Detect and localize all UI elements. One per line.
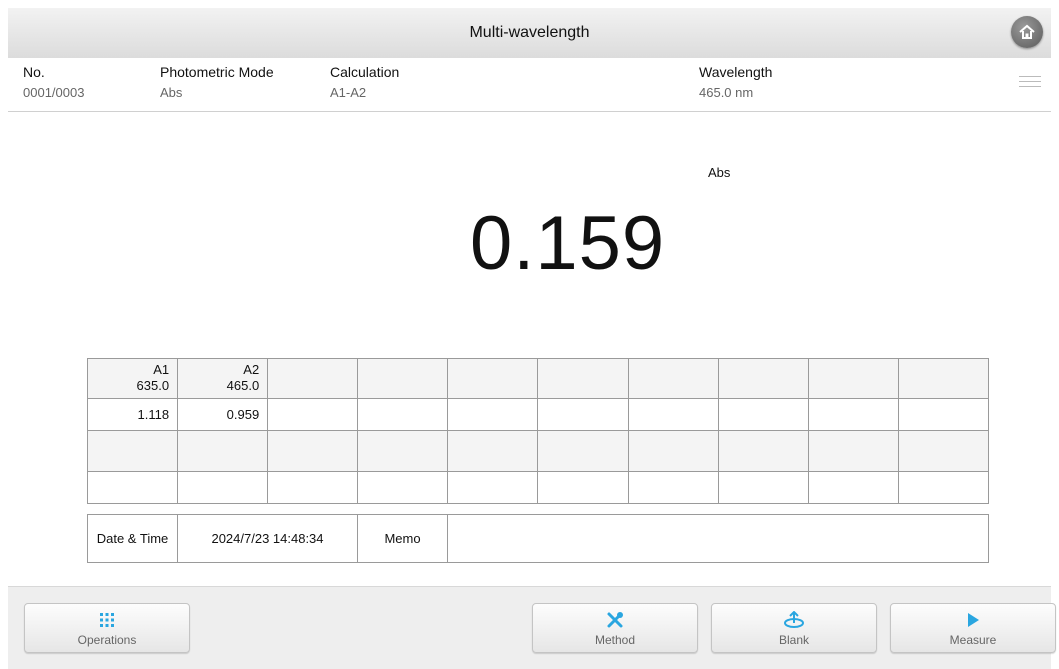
table-cell — [447, 429, 539, 472]
operations-label: Operations — [77, 632, 137, 647]
table-cell — [897, 358, 990, 399]
table-cell — [717, 470, 809, 505]
table-cell — [627, 358, 719, 399]
photometric-mode-value: Abs — [160, 85, 183, 100]
table-cell — [447, 470, 539, 505]
wavelength-value: 465.0 nm — [699, 85, 754, 100]
table-cell — [357, 429, 449, 472]
photometric-mode: Photometric Mode Abs — [160, 64, 274, 100]
blank-cuvette-icon — [784, 610, 804, 628]
table-cell — [717, 397, 809, 431]
table-cell — [537, 429, 629, 472]
table-cell — [627, 429, 719, 472]
bottom-toolbar: Operations Method Blank Measure — [8, 586, 1056, 669]
result-value: 0.159 — [470, 201, 666, 286]
table-cell: 1.118 — [86, 397, 179, 431]
table-cell — [267, 470, 359, 505]
table-cell — [807, 358, 899, 399]
table-cell — [357, 358, 449, 399]
measure-button[interactable]: Measure — [890, 603, 1056, 653]
table-cell — [357, 397, 449, 431]
wavelength-label: Wavelength — [699, 64, 773, 80]
table-row — [86, 429, 990, 472]
measurement-meta: Date & Time 2024/7/23 14:48:34 Memo — [87, 514, 989, 563]
wavelength: Wavelength 465.0 nm — [699, 64, 772, 100]
photometric-mode-label: Photometric Mode — [160, 64, 274, 80]
table-row — [86, 470, 990, 505]
table-cell — [537, 397, 629, 431]
table-cell — [447, 358, 539, 399]
table-cell — [717, 429, 809, 472]
app-window: Multi-wavelength No. 0001/0003 Photometr… — [0, 0, 1059, 669]
table-cell — [897, 470, 990, 505]
table-cell — [897, 397, 990, 431]
title-bar: Multi-wavelength — [8, 8, 1051, 59]
dots-grid-icon — [100, 612, 114, 627]
home-icon — [1019, 24, 1035, 39]
table-cell — [267, 397, 359, 431]
home-button[interactable] — [1011, 16, 1043, 48]
calculation-value: A1-A2 — [330, 85, 367, 100]
calculation: Calculation A1-A2 — [330, 64, 399, 100]
table-cell — [807, 397, 899, 431]
table-cell — [177, 429, 269, 472]
results-table: A1 635.0 A2 465.0 1.118 0.959 — [86, 358, 990, 505]
table-cell — [627, 470, 719, 505]
table-cell — [447, 397, 539, 431]
blank-label: Blank — [778, 632, 810, 647]
memo-label: Memo — [357, 514, 448, 563]
table-header-a1: A1 635.0 — [86, 358, 179, 399]
table-cell: 0.959 — [177, 397, 269, 431]
datetime-value: 2024/7/23 14:48:34 — [177, 514, 358, 563]
list-icon[interactable] — [1019, 72, 1041, 90]
table-cell — [627, 397, 719, 431]
tools-icon — [607, 611, 623, 627]
header-wavelength: 635.0 — [136, 378, 170, 394]
sample-number: No. 0001/0003 — [23, 64, 84, 100]
header-name: A2 — [243, 362, 260, 378]
calculation-label: Calculation — [330, 64, 400, 80]
table-cell — [717, 358, 809, 399]
method-label: Method — [594, 632, 636, 647]
play-icon — [968, 612, 979, 627]
operations-button[interactable]: Operations — [24, 603, 190, 653]
measure-label: Measure — [949, 632, 997, 647]
table-row: 1.118 0.959 — [86, 397, 990, 431]
table-cell — [86, 429, 179, 472]
sample-number-label: No. — [23, 64, 45, 80]
table-cell — [807, 429, 899, 472]
table-header-row: A1 635.0 A2 465.0 — [86, 358, 990, 399]
blank-button[interactable]: Blank — [711, 603, 877, 653]
table-cell — [267, 358, 359, 399]
datetime-label: Date & Time — [87, 514, 178, 563]
method-button[interactable]: Method — [532, 603, 698, 653]
memo-field[interactable] — [447, 514, 989, 563]
table-cell — [897, 429, 990, 472]
window-title: Multi-wavelength — [469, 24, 590, 41]
header-name: A1 — [153, 362, 170, 378]
table-cell — [86, 470, 179, 505]
table-cell — [537, 470, 629, 505]
result-unit: Abs — [708, 165, 731, 180]
sample-number-value: 0001/0003 — [23, 85, 85, 100]
table-cell — [807, 470, 899, 505]
header-wavelength: 465.0 — [226, 378, 260, 394]
table-cell — [177, 470, 269, 505]
table-cell — [537, 358, 629, 399]
table-cell — [357, 470, 449, 505]
table-cell — [267, 429, 359, 472]
table-header-a2: A2 465.0 — [177, 358, 269, 399]
info-bar: No. 0001/0003 Photometric Mode Abs Calcu… — [8, 58, 1051, 112]
